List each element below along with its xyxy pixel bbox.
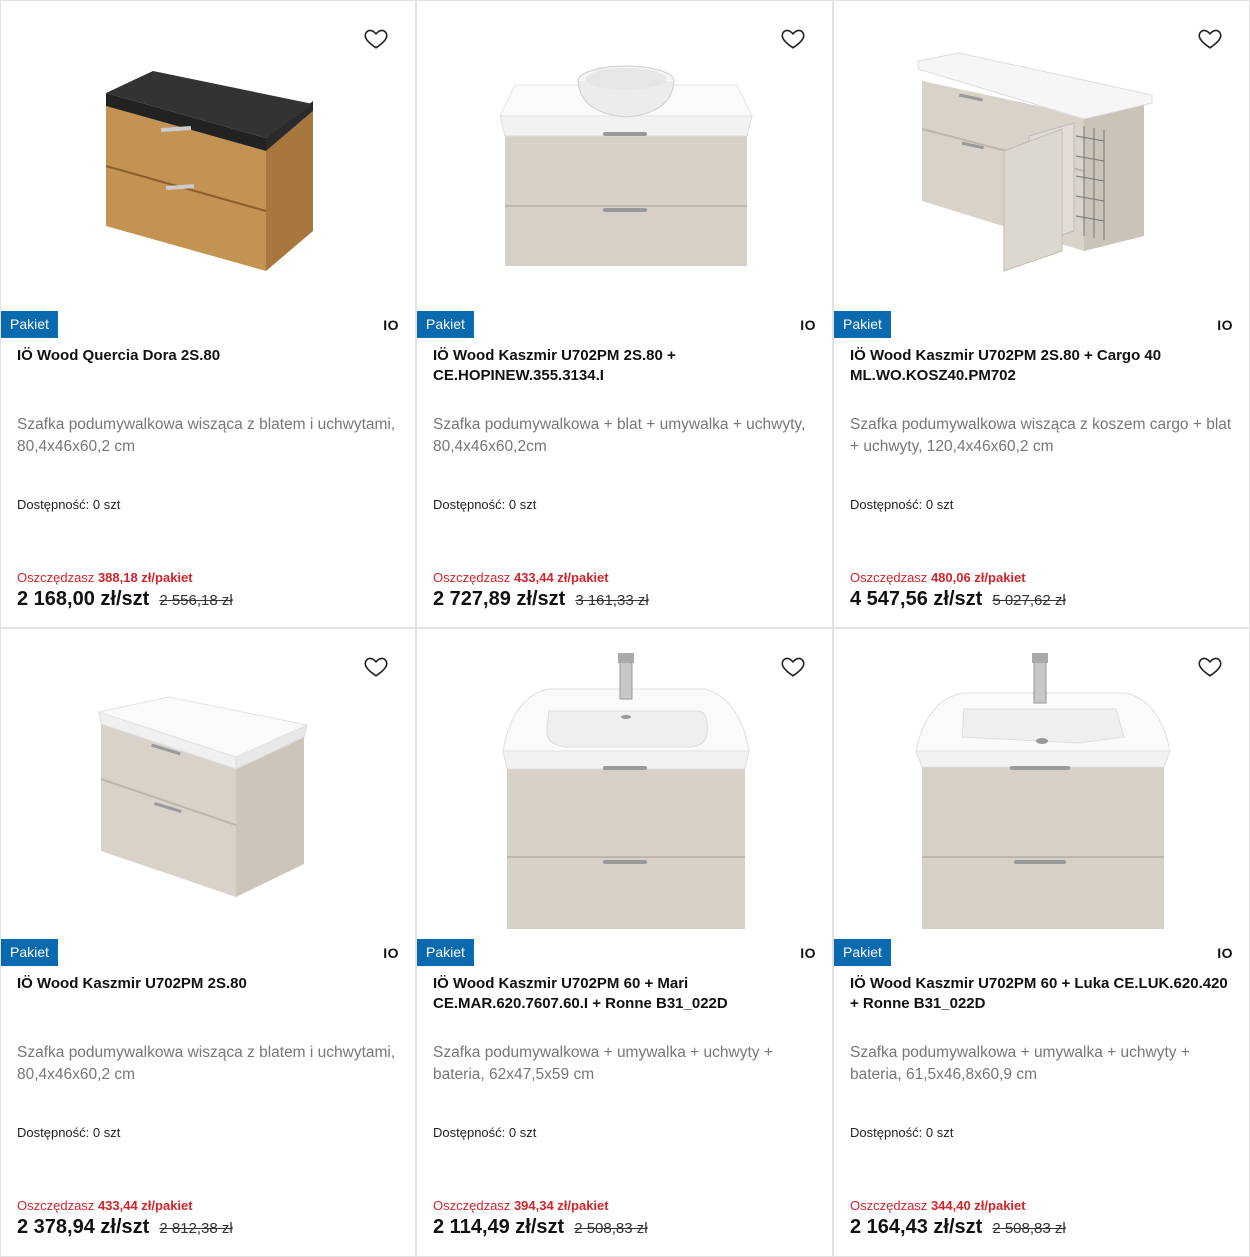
availability-value: 0 szt <box>925 1125 954 1140</box>
old-price: 2 508,83 zł <box>574 1220 648 1237</box>
product-description: Szafka podumywalkowa wisząca z koszem ca… <box>850 416 1232 455</box>
savings-amount: 433,44 zł/pakiet <box>513 570 609 585</box>
package-badge: Pakiet <box>417 939 474 966</box>
favorite-heart-icon[interactable] <box>780 653 806 679</box>
availability: Dostępność: 0 szt <box>433 1125 536 1140</box>
product-title[interactable]: IÖ Wood Kaszmir U702PM 2S.80 <box>17 974 399 994</box>
availability: Dostępność: 0 szt <box>850 497 953 512</box>
product-image[interactable] <box>1 1 415 301</box>
brand-logo: IO <box>383 317 399 333</box>
savings-amount: 344,40 zł/pakiet <box>930 1198 1026 1213</box>
availability: Dostępność: 0 szt <box>850 1125 953 1140</box>
price-row: 2 164,43 zł/szt 2 508,83 zł <box>850 1216 1066 1239</box>
savings-amount: 388,18 zł/pakiet <box>97 570 193 585</box>
savings-amount: 394,34 zł/pakiet <box>513 1198 609 1213</box>
availability-label: Dostępność: <box>850 497 923 512</box>
current-price: 2 168,00 zł/szt <box>17 588 150 610</box>
availability: Dostępność: 0 szt <box>433 497 536 512</box>
product-title[interactable]: IÖ Wood Quercia Dora 2S.80 <box>17 346 399 366</box>
savings-prefix: Oszczędzasz <box>17 1198 95 1213</box>
favorite-heart-icon[interactable] <box>780 25 806 51</box>
savings-prefix: Oszczędzasz <box>850 570 928 585</box>
product-image[interactable] <box>417 629 832 929</box>
current-price: 2 114,49 zł/szt <box>433 1216 565 1238</box>
product-card[interactable]: Pakiet IO IÖ Wood Kaszmir U702PM 60 + Lu… <box>833 628 1250 1257</box>
availability-label: Dostępność: <box>850 1125 923 1140</box>
availability-label: Dostępność: <box>433 497 506 512</box>
package-badge: Pakiet <box>1 311 58 338</box>
product-card[interactable]: Pakiet IO IÖ Wood Kaszmir U702PM 2S.80 +… <box>416 0 833 628</box>
availability-value: 0 szt <box>92 1125 121 1140</box>
old-price: 2 556,18 zł <box>159 592 233 609</box>
price-row: 2 168,00 zł/szt 2 556,18 zł <box>17 588 233 611</box>
product-image[interactable] <box>834 629 1249 929</box>
price-row: 4 547,56 zł/szt 5 027,62 zł <box>850 588 1066 611</box>
savings: Oszczędzasz 433,44 zł/pakiet <box>433 570 609 585</box>
savings: Oszczędzasz 344,40 zł/pakiet <box>850 1198 1026 1213</box>
availability: Dostępność: 0 szt <box>17 1125 120 1140</box>
package-badge: Pakiet <box>834 939 891 966</box>
price-row: 2 378,94 zł/szt 2 812,38 zł <box>17 1216 233 1239</box>
price-row: 2 114,49 zł/szt 2 508,83 zł <box>433 1216 648 1239</box>
product-title[interactable]: IÖ Wood Kaszmir U702PM 2S.80 + CE.HOPINE… <box>433 346 816 386</box>
package-badge: Pakiet <box>417 311 474 338</box>
product-title[interactable]: IÖ Wood Kaszmir U702PM 2S.80 + Cargo 40 … <box>850 346 1233 386</box>
product-description: Szafka podumywalkowa wisząca z blatem i … <box>17 416 396 455</box>
savings-prefix: Oszczędzasz <box>433 1198 511 1213</box>
savings-amount: 480,06 zł/pakiet <box>930 570 1026 585</box>
product-card[interactable]: Pakiet IO IÖ Wood Kaszmir U702PM 2S.80 S… <box>0 628 416 1257</box>
brand-logo: IO <box>1217 317 1233 333</box>
favorite-heart-icon[interactable] <box>1197 25 1223 51</box>
product-grid: Pakiet IO IÖ Wood Quercia Dora 2S.80 Sza… <box>0 0 1250 1257</box>
current-price: 2 378,94 zł/szt <box>17 1216 150 1238</box>
product-title[interactable]: IÖ Wood Kaszmir U702PM 60 + Luka CE.LUK.… <box>850 974 1233 1014</box>
availability-value: 0 szt <box>925 497 954 512</box>
package-badge: Pakiet <box>1 939 58 966</box>
availability-value: 0 szt <box>508 497 537 512</box>
availability-value: 0 szt <box>92 497 121 512</box>
savings-prefix: Oszczędzasz <box>17 570 95 585</box>
product-description: Szafka podumywalkowa wisząca z blatem i … <box>17 1044 396 1083</box>
savings: Oszczędzasz 480,06 zł/pakiet <box>850 570 1026 585</box>
product-description: Szafka podumywalkowa + umywalka + uchwyt… <box>850 1044 1190 1083</box>
savings-prefix: Oszczędzasz <box>433 570 511 585</box>
favorite-heart-icon[interactable] <box>363 25 389 51</box>
product-description: Szafka podumywalkowa + umywalka + uchwyt… <box>433 1044 773 1083</box>
favorite-heart-icon[interactable] <box>1197 653 1223 679</box>
availability-label: Dostępność: <box>17 1125 90 1140</box>
product-card[interactable]: Pakiet IO IÖ Wood Quercia Dora 2S.80 Sza… <box>0 0 416 628</box>
product-image[interactable] <box>1 629 415 929</box>
availability-label: Dostępność: <box>433 1125 506 1140</box>
brand-logo: IO <box>800 945 816 961</box>
price-row: 2 727,89 zł/szt 3 161,33 zł <box>433 588 649 611</box>
package-badge: Pakiet <box>834 311 891 338</box>
savings-amount: 433,44 zł/pakiet <box>97 1198 193 1213</box>
product-card[interactable]: Pakiet IO IÖ Wood Kaszmir U702PM 2S.80 +… <box>833 0 1250 628</box>
current-price: 2 164,43 zł/szt <box>850 1216 983 1238</box>
savings: Oszczędzasz 394,34 zł/pakiet <box>433 1198 609 1213</box>
availability: Dostępność: 0 szt <box>17 497 120 512</box>
product-card[interactable]: Pakiet IO IÖ Wood Kaszmir U702PM 60 + Ma… <box>416 628 833 1257</box>
current-price: 4 547,56 zł/szt <box>850 588 983 610</box>
product-description: Szafka podumywalkowa + blat + umywalka +… <box>433 416 806 455</box>
product-image[interactable] <box>834 1 1249 301</box>
savings: Oszczędzasz 433,44 zł/pakiet <box>17 1198 193 1213</box>
availability-label: Dostępność: <box>17 497 90 512</box>
brand-logo: IO <box>383 945 399 961</box>
old-price: 2 508,83 zł <box>992 1220 1066 1237</box>
savings-prefix: Oszczędzasz <box>850 1198 928 1213</box>
current-price: 2 727,89 zł/szt <box>433 588 566 610</box>
favorite-heart-icon[interactable] <box>363 653 389 679</box>
availability-value: 0 szt <box>508 1125 537 1140</box>
brand-logo: IO <box>800 317 816 333</box>
brand-logo: IO <box>1217 945 1233 961</box>
savings: Oszczędzasz 388,18 zł/pakiet <box>17 570 193 585</box>
old-price: 2 812,38 zł <box>159 1220 233 1237</box>
old-price: 3 161,33 zł <box>575 592 649 609</box>
product-image[interactable] <box>417 1 832 301</box>
product-title[interactable]: IÖ Wood Kaszmir U702PM 60 + Mari CE.MAR.… <box>433 974 816 1014</box>
old-price: 5 027,62 zł <box>992 592 1066 609</box>
